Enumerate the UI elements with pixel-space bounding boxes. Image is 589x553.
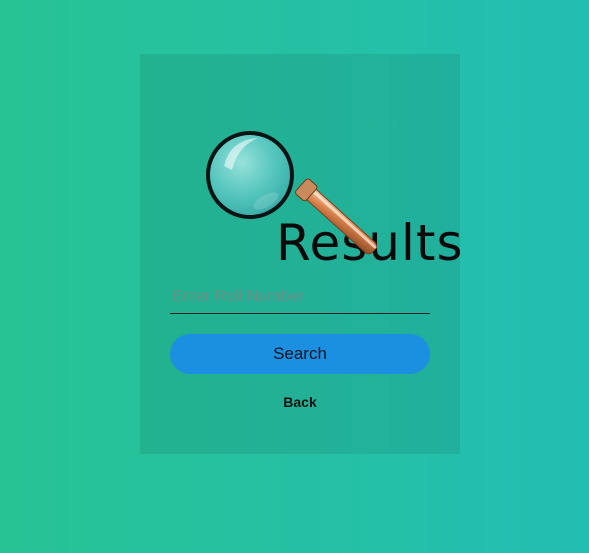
magnifying-glass-icon bbox=[206, 131, 377, 255]
search-button[interactable]: Search bbox=[170, 334, 430, 374]
roll-number-input[interactable] bbox=[170, 280, 430, 314]
back-link[interactable]: Back bbox=[140, 394, 460, 410]
results-logo: Results bbox=[206, 126, 463, 271]
results-card: Results bbox=[140, 54, 463, 454]
